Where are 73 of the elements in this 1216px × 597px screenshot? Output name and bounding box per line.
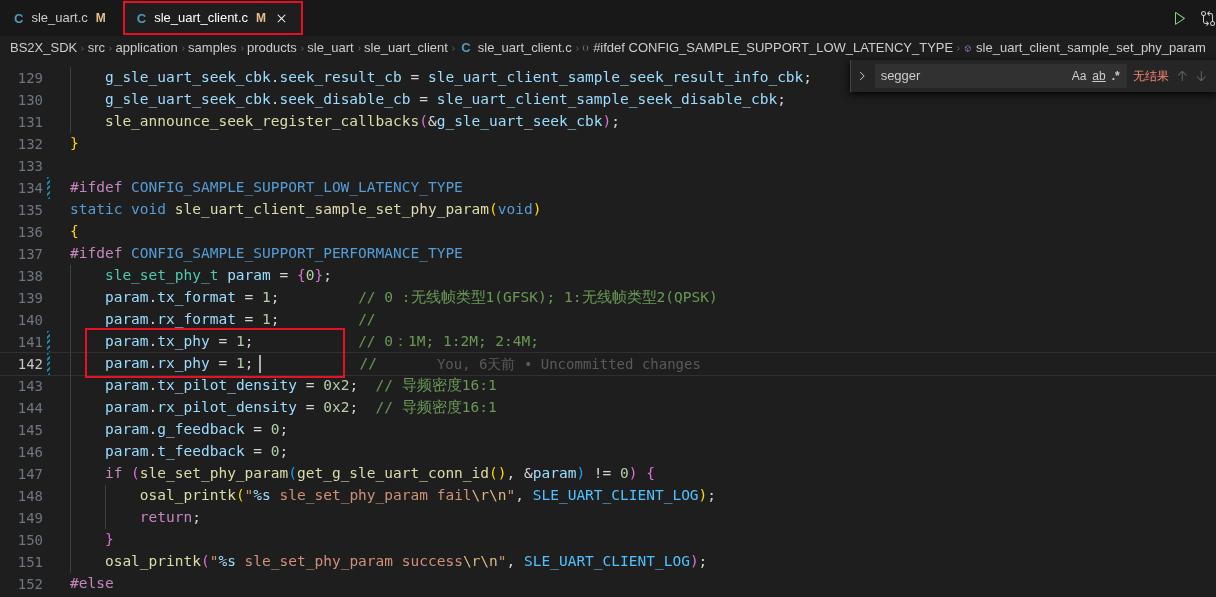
file-type-label: C: [461, 39, 471, 58]
code-line: param.t_feedback = 0;: [103, 442, 289, 462]
find-input[interactable]: segger Aa ab .*: [874, 64, 1127, 88]
code-line: #ifdef CONFIG_SAMPLE_SUPPORT_PERFORMANCE_TYPE: [70, 244, 463, 264]
regex-toggle[interactable]: .*: [1108, 67, 1123, 85]
line-number: 136: [16, 222, 43, 242]
breadcrumb-item[interactable]: src: [87, 38, 105, 58]
editor-tab[interactable]: C sle_uart_client.c M: [122, 1, 304, 35]
modified-status-label: M: [256, 10, 267, 27]
code-line: param.tx_pilot_density = 0x2; // 导频密度16:1: [103, 376, 497, 396]
breadcrumb-item[interactable]: sle_uart_client: [364, 38, 448, 58]
run-icon[interactable]: [1172, 10, 1188, 26]
line-number: 152: [16, 574, 43, 594]
code-line: #else: [70, 574, 114, 594]
breadcrumb-item[interactable]: sle_uart_client_sample_set_phy_param: [976, 38, 1206, 58]
code-line: g_sle_uart_seek_cbk.seek_disable_cb = sle_uart_client_sample_seek_disable_cbk;: [103, 90, 786, 110]
tab-label: sle_uart.c: [31, 9, 88, 28]
file-type-label: C: [14, 11, 24, 25]
line-number: 148: [16, 486, 43, 506]
line-number: 131: [16, 112, 43, 132]
line-number: 145: [16, 420, 43, 440]
modified-status-label: M: [95, 10, 106, 27]
line-number: 149: [16, 508, 43, 528]
match-case-toggle[interactable]: Aa: [1068, 67, 1090, 85]
code-line: #ifdef CONFIG_SAMPLE_SUPPORT_LOW_LATENCY_TYPE: [70, 178, 463, 198]
line-number: 137: [16, 244, 43, 264]
line-number: 140: [16, 310, 43, 330]
breadcrumb-item[interactable]: sle_uart_client.c: [477, 38, 572, 58]
whole-word-toggle[interactable]: ab: [1089, 67, 1109, 85]
line-number: 146: [16, 442, 43, 462]
code-line: return;: [138, 508, 201, 528]
line-number: 134: [16, 178, 43, 198]
file-type-label: C: [136, 11, 147, 25]
compare-icon[interactable]: [1200, 10, 1216, 26]
code-line: sle_set_phy_t param = {0};: [103, 266, 332, 286]
code-line: param.rx_phy = 1; //: [103, 354, 377, 375]
code-line: param.rx_format = 1; //: [103, 310, 376, 330]
line-number: 141: [16, 332, 43, 352]
find-result: 无结果: [1132, 68, 1169, 85]
line-number: 143: [16, 376, 43, 396]
code-line: }: [70, 134, 79, 154]
line-number: 139: [16, 288, 43, 308]
code-line: {: [70, 222, 79, 242]
code-line: param.tx_phy = 1; // 0：1M; 1:2M; 2:4M;: [103, 332, 539, 352]
breadcrumb-item[interactable]: application: [115, 38, 178, 58]
code-line: osal_printk("%s sle_set_phy_param fail\r\n", SLE_UART_CLIENT_LOG);: [138, 486, 717, 506]
line-number: 144: [16, 398, 43, 418]
line-number: 151: [16, 552, 43, 572]
code-line: static void sle_uart_client_sample_set_phy_param(void): [70, 200, 542, 220]
breadcrumb-item[interactable]: products: [247, 38, 297, 58]
code-line: param.tx_format = 1; // 0 :无线帧类型1(GFSK); 1:无线帧类型2(QPSK): [103, 288, 718, 308]
breadcrumb-item[interactable]: samples: [188, 38, 237, 58]
code-line: param.g_feedback = 0;: [103, 420, 289, 440]
line-number: 132: [16, 134, 43, 154]
line-number: 130: [16, 90, 43, 110]
line-number: 147: [16, 464, 43, 484]
code-line: sle_announce_seek_register_callbacks(&g_sle_uart_seek_cbk);: [103, 112, 620, 132]
line-number: 135: [16, 200, 43, 220]
line-number: 150: [16, 530, 43, 550]
breadcrumb-item[interactable]: BS2X_SDK: [10, 38, 78, 58]
breadcrumb-item[interactable]: sle_uart: [307, 38, 354, 58]
code-line: if (sle_set_phy_param(get_g_sle_uart_conn_id(), &param) != 0) {: [103, 464, 655, 484]
git-blame-annotation: You, 6天前 • Uncommitted changes: [436, 354, 701, 374]
tab-label: sle_uart_client.c: [154, 9, 249, 28]
code-line: g_sle_uart_seek_cbk.seek_result_cb = sle_uart_client_sample_seek_result_info_cbk;: [103, 68, 813, 88]
code-line: osal_printk("%s sle_set_phy_param success\r\n", SLE_UART_CLIENT_LOG);: [103, 552, 708, 572]
line-number: 129: [16, 68, 43, 88]
code-line: param.rx_pilot_density = 0x2; // 导频密度16:1: [103, 398, 497, 418]
line-number: 142: [16, 354, 43, 374]
line-number: 138: [16, 266, 43, 286]
line-number: 133: [16, 156, 43, 176]
code-line: }: [103, 530, 114, 550]
breadcrumb-item[interactable]: #ifdef CONFIG_SAMPLE_SUPPORT_LOW_LATENCY_TYPE: [593, 38, 954, 58]
